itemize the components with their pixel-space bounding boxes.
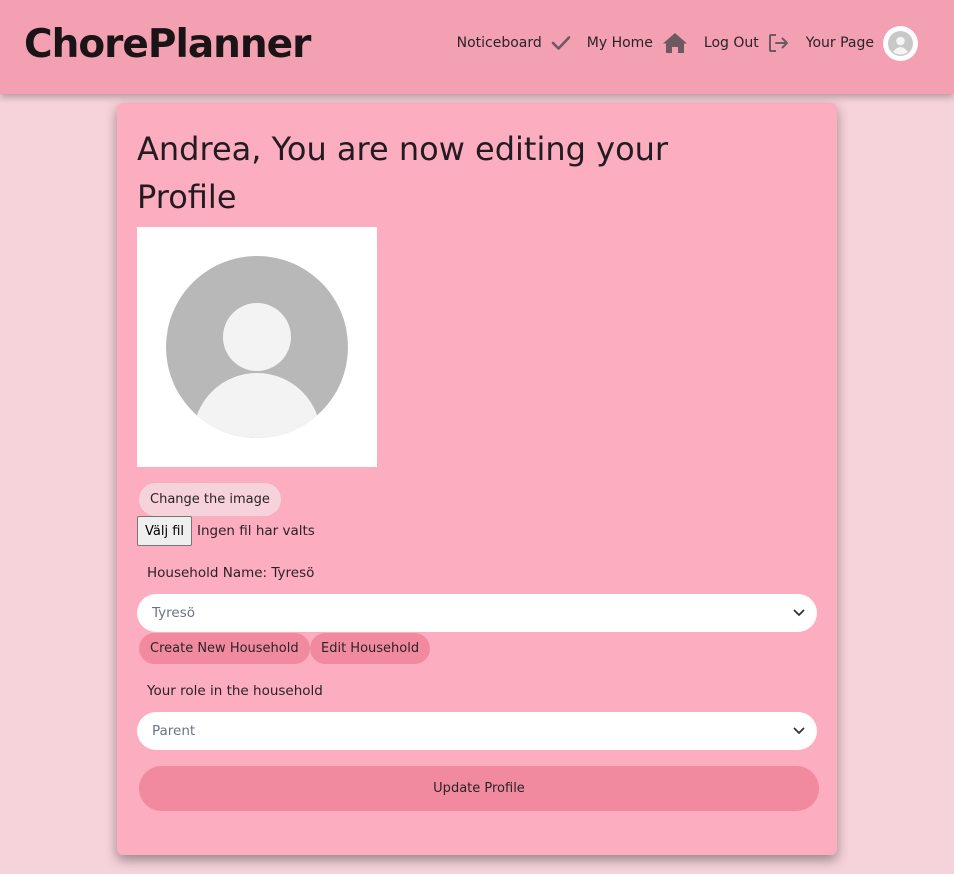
choose-file-button[interactable]: Välj fil: [137, 516, 193, 546]
nav-links: Noticeboard My Home Log Out Your Page: [441, 25, 918, 61]
logout-icon: [768, 33, 790, 53]
default-avatar-icon: [166, 256, 348, 438]
file-status: Ingen fil har valts: [197, 523, 315, 539]
household-select-value: Tyresö: [152, 605, 195, 621]
role-label: Your role in the household: [147, 683, 323, 699]
role-select[interactable]: Parent: [137, 712, 817, 750]
user-icon: [888, 30, 913, 56]
change-image-button[interactable]: Change the image: [139, 483, 281, 516]
edit-household-button[interactable]: Edit Household: [310, 633, 431, 664]
home-icon: [662, 32, 688, 54]
create-household-button[interactable]: Create New Household: [139, 633, 310, 664]
nav-your-page[interactable]: Your Page: [805, 25, 918, 61]
chevron-down-icon: [793, 723, 805, 739]
household-select[interactable]: Tyresö: [137, 594, 817, 632]
household-label: Household Name: Tyresö: [147, 565, 315, 581]
nav-log-out[interactable]: Log Out: [704, 33, 790, 53]
role-select-value: Parent: [152, 723, 196, 739]
nav-your-page-label: Your Page: [805, 35, 874, 51]
nav-noticeboard[interactable]: Noticeboard: [457, 35, 571, 51]
avatar[interactable]: [883, 25, 918, 61]
file-input: Välj fil Ingen fil har valts: [137, 516, 315, 546]
nav-log-out-label: Log Out: [703, 35, 759, 51]
profile-image: [137, 227, 377, 467]
update-profile-button[interactable]: Update Profile: [139, 766, 819, 811]
edit-profile-card: Andrea, You are now editing your Profile…: [117, 103, 837, 855]
chevron-down-icon: [793, 605, 805, 621]
nav-noticeboard-label: Noticeboard: [456, 35, 542, 51]
nav-my-home[interactable]: My Home: [587, 32, 688, 54]
navbar: ChorePlanner Noticeboard My Home Log Out…: [0, 0, 954, 94]
check-icon: [551, 35, 571, 51]
page-title: Andrea, You are now editing your Profile: [137, 130, 669, 216]
brand-logo[interactable]: ChorePlanner: [24, 20, 311, 70]
nav-my-home-label: My Home: [586, 35, 653, 51]
